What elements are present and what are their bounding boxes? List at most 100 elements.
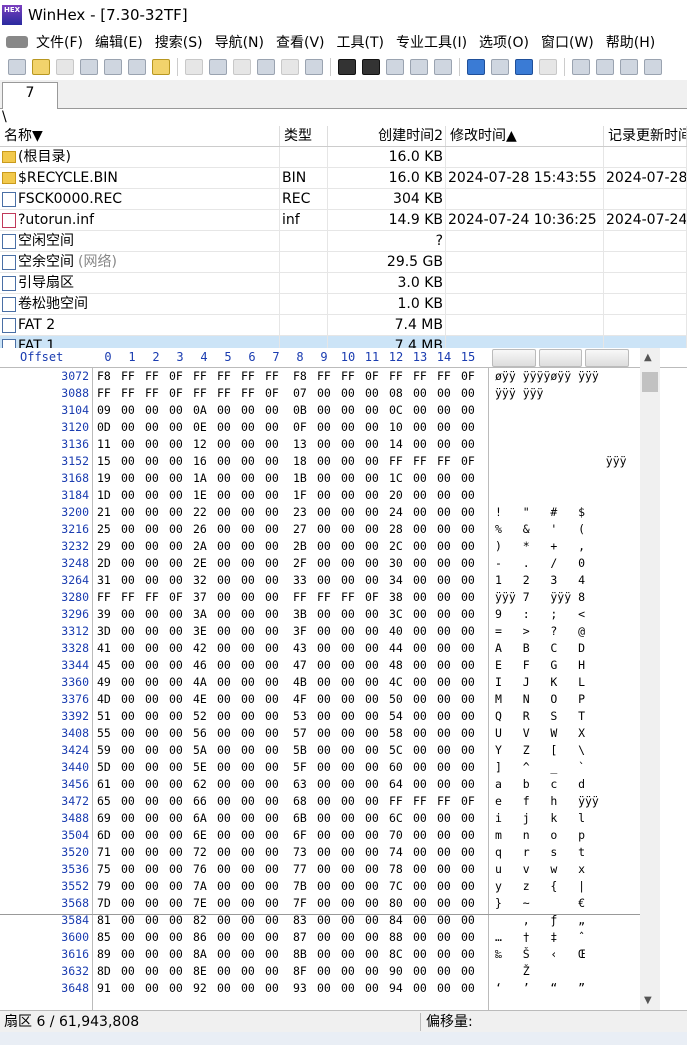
hex-byte[interactable]: 00 <box>341 776 365 793</box>
hex-byte[interactable]: 00 <box>461 980 485 997</box>
hex-byte[interactable]: 00 <box>169 640 193 657</box>
hex-byte[interactable]: 00 <box>169 844 193 861</box>
hex-byte[interactable]: 00 <box>461 691 485 708</box>
ascii-text[interactable]: q r s t <box>495 844 585 861</box>
hex-byte[interactable]: 00 <box>265 708 289 725</box>
hex-bytes[interactable]: 79 00 00 00 7A 00 00 00 7B 00 00 00 7C 00 00 00 <box>97 878 485 895</box>
ascii-text[interactable]: I J K L <box>495 674 585 691</box>
hex-byte[interactable]: 00 <box>341 487 365 504</box>
hex-row[interactable]: 3392 51 00 00 00 52 00 00 00 53 00 00 00 54 00 00 00 Q R … <box>0 708 640 725</box>
ascii-text[interactable]: i j k l <box>495 810 585 827</box>
hex-byte[interactable]: 00 <box>241 844 265 861</box>
hex-byte[interactable]: 00 <box>413 691 437 708</box>
hex-byte[interactable]: 7E <box>193 895 217 912</box>
hex-byte[interactable]: 41 <box>97 640 121 657</box>
hex-byte[interactable]: 8F <box>293 963 317 980</box>
hex-byte[interactable]: 00 <box>413 878 437 895</box>
hex-byte[interactable]: 00 <box>341 674 365 691</box>
ascii-text[interactable]: E F G H <box>495 657 585 674</box>
hex-byte[interactable]: 00 <box>169 487 193 504</box>
hex-row[interactable]: 3088 FF FF FF 0F FF FF FF 0F 07 00 00 00 08 00 00 00 ÿÿÿ … <box>0 385 640 402</box>
hex-byte[interactable]: 14 <box>389 436 413 453</box>
hex-byte[interactable]: 00 <box>317 963 341 980</box>
file-row[interactable]: 空闲空间? <box>0 231 687 252</box>
save-icon[interactable] <box>56 59 74 75</box>
file-name-cell[interactable]: 卷松驰空间 <box>0 294 280 314</box>
hex-byte[interactable]: 00 <box>217 725 241 742</box>
hex-byte[interactable]: 00 <box>317 861 341 878</box>
hex-byte[interactable]: 00 <box>413 725 437 742</box>
write-icon[interactable] <box>281 59 299 75</box>
hex-byte[interactable]: 00 <box>365 419 389 436</box>
hex-byte[interactable]: 00 <box>217 946 241 963</box>
hex-byte[interactable]: 00 <box>365 963 389 980</box>
hex-byte[interactable]: 00 <box>341 453 365 470</box>
hex-row[interactable]: 3408 55 00 00 00 56 00 00 00 57 00 00 00 58 00 00 00 U V … <box>0 725 640 742</box>
hex-byte[interactable]: 00 <box>217 793 241 810</box>
winhex-app-icon[interactable]: HEX <box>2 5 22 25</box>
hex-byte[interactable]: 00 <box>365 436 389 453</box>
hex-byte[interactable]: 00 <box>217 538 241 555</box>
hex-byte[interactable]: FF <box>389 368 413 385</box>
menu-tools[interactable]: 工具(T) <box>331 32 390 52</box>
hex-bytes[interactable]: 39 00 00 00 3A 00 00 00 3B 00 00 00 3C 00 00 00 <box>97 606 485 623</box>
hex-byte[interactable]: 00 <box>265 742 289 759</box>
hex-byte[interactable]: 0F <box>461 453 485 470</box>
hex-byte[interactable]: 00 <box>437 538 461 555</box>
hex-byte[interactable]: 00 <box>437 487 461 504</box>
hex-row[interactable]: 3456 61 00 00 00 62 00 00 00 63 00 00 00 64 00 00 00 a b … <box>0 776 640 793</box>
hex-byte[interactable]: 0F <box>169 589 193 606</box>
hex-byte[interactable]: 00 <box>265 810 289 827</box>
settings-icon[interactable] <box>128 59 146 75</box>
hex-byte[interactable]: 00 <box>265 691 289 708</box>
hex-byte[interactable]: 00 <box>437 895 461 912</box>
hex-byte[interactable]: 00 <box>461 827 485 844</box>
hex-byte[interactable]: 00 <box>121 402 145 419</box>
find-hex-icon[interactable] <box>362 59 380 75</box>
hex-byte[interactable]: 00 <box>169 878 193 895</box>
hex-byte[interactable]: 0F <box>461 793 485 810</box>
hex-byte[interactable]: 00 <box>241 521 265 538</box>
hex-row[interactable]: 3152 15 00 00 00 16 00 00 00 18 00 00 00 FF FF FF 0F ÿÿÿ <box>0 453 640 470</box>
hex-byte[interactable]: 00 <box>341 861 365 878</box>
hex-bytes[interactable]: 1D 00 00 00 1E 00 00 00 1F 00 00 00 20 00 00 00 <box>97 487 485 504</box>
menu-help[interactable]: 帮助(H) <box>600 32 661 52</box>
hex-byte[interactable]: 00 <box>265 606 289 623</box>
hex-byte[interactable]: 77 <box>293 861 317 878</box>
hex-byte[interactable]: 68 <box>293 793 317 810</box>
open-disk-icon[interactable] <box>152 59 170 75</box>
hex-byte[interactable]: 00 <box>241 759 265 776</box>
hex-byte[interactable]: 00 <box>265 946 289 963</box>
hex-byte[interactable]: 00 <box>317 895 341 912</box>
replace-text-icon[interactable] <box>386 59 404 75</box>
open-folder-icon[interactable] <box>32 59 50 75</box>
hex-row[interactable]: 3600 85 00 00 00 86 00 00 00 87 00 00 00 88 00 00 00… † … <box>0 929 640 946</box>
hex-byte[interactable]: 00 <box>121 555 145 572</box>
back-arrow-icon[interactable] <box>515 59 533 75</box>
hex-byte[interactable]: 00 <box>365 657 389 674</box>
hex-byte[interactable]: 00 <box>145 742 169 759</box>
file-row[interactable]: ?utorun.inf inf 14.9 KB 2024-07-24 10:36:25… <box>0 210 687 231</box>
hex-byte[interactable]: 3A <box>193 606 217 623</box>
hex-byte[interactable]: 00 <box>265 521 289 538</box>
hex-bytes[interactable]: 19 00 00 00 1A 00 00 00 1B 00 00 00 1C 00 00 00 <box>97 470 485 487</box>
hex-byte[interactable]: 00 <box>365 385 389 402</box>
hex-byte[interactable]: 50 <box>389 691 413 708</box>
hex-byte[interactable]: 6D <box>97 827 121 844</box>
hex-byte[interactable]: 53 <box>293 708 317 725</box>
hex-byte[interactable]: 00 <box>217 657 241 674</box>
hex-byte[interactable]: 00 <box>217 929 241 946</box>
hex-byte[interactable]: 07 <box>293 385 317 402</box>
hex-byte[interactable]: 00 <box>317 691 341 708</box>
hex-byte[interactable]: 00 <box>145 776 169 793</box>
hex-byte[interactable]: 00 <box>341 946 365 963</box>
hex-byte[interactable]: 00 <box>413 810 437 827</box>
file-name-cell[interactable]: FAT 1 <box>0 336 280 348</box>
hex-byte[interactable]: 00 <box>461 487 485 504</box>
hex-byte[interactable]: 00 <box>461 521 485 538</box>
hex-byte[interactable]: 00 <box>169 606 193 623</box>
hex-byte[interactable]: 00 <box>365 470 389 487</box>
hex-byte[interactable]: 2B <box>293 538 317 555</box>
hex-row[interactable]: 3168 19 00 00 00 1A 00 00 00 1B 00 00 00 1C 00 00 00 <box>0 470 640 487</box>
hex-byte[interactable]: 00 <box>413 640 437 657</box>
